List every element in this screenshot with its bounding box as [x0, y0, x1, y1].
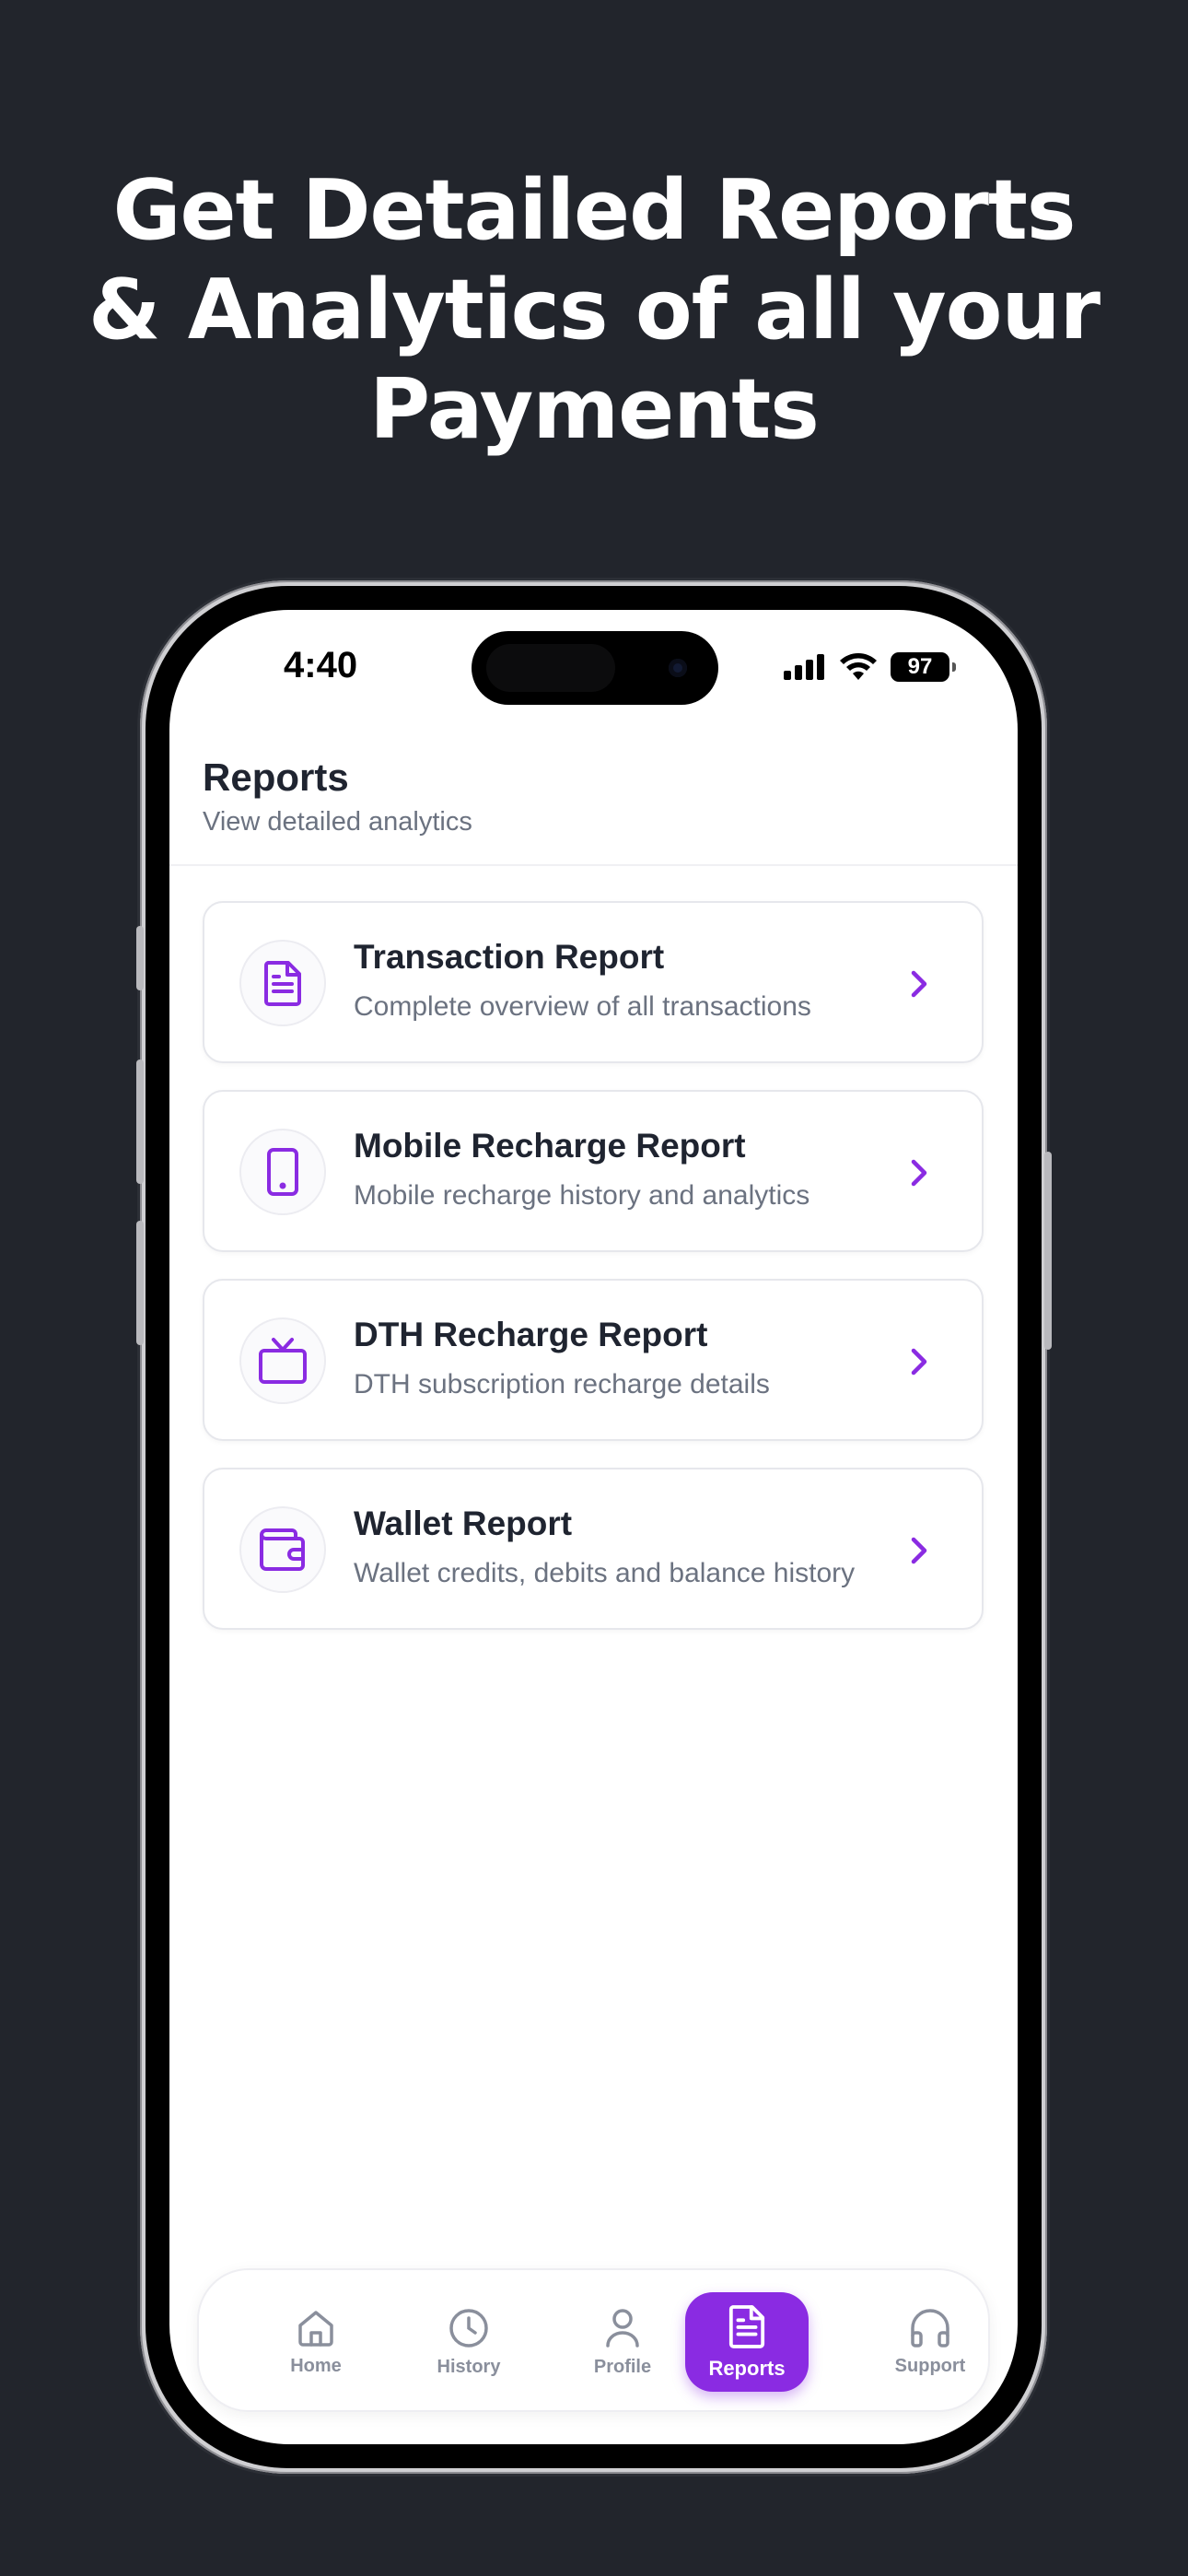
wallet-icon — [239, 1506, 326, 1593]
header-divider — [169, 864, 1018, 866]
report-description: Complete overview of all transactions — [354, 991, 811, 1022]
marketing-headline: Get Detailed Reports & Analytics of all … — [88, 162, 1101, 458]
nav-label: Support — [894, 2355, 966, 2376]
status-time: 4:40 — [284, 645, 358, 685]
user-icon — [606, 2308, 639, 2348]
nav-reports[interactable]: Reports — [685, 2292, 809, 2392]
power-button — [1044, 1152, 1052, 1350]
front-camera — [669, 659, 687, 677]
nav-home[interactable]: Home — [251, 2270, 380, 2414]
bottom-nav: Home History Profile Reports Support — [197, 2268, 990, 2412]
nav-label: Home — [290, 2355, 342, 2376]
nav-support[interactable]: Support — [866, 2270, 995, 2414]
report-description: Wallet credits, debits and balance histo… — [354, 1558, 856, 1588]
battery-icon: 97 — [891, 652, 956, 682]
report-title: Mobile Recharge Report — [354, 1127, 746, 1165]
document-icon — [239, 940, 326, 1026]
report-title: DTH Recharge Report — [354, 1316, 708, 1353]
headphones-icon — [911, 2308, 949, 2348]
nav-profile[interactable]: Profile — [558, 2270, 687, 2414]
tv-icon — [239, 1317, 326, 1404]
phone-screen: 4:40 97 Reports View detailed analytics — [169, 610, 1018, 2444]
nav-label: Reports — [708, 2357, 786, 2380]
smartphone-icon — [239, 1129, 326, 1215]
action-button — [136, 926, 144, 990]
home-icon — [298, 2310, 333, 2347]
signal-icon — [784, 654, 824, 680]
report-card-wallet[interactable]: Wallet Report Wallet credits, debits and… — [203, 1468, 984, 1630]
island-sensor — [486, 644, 615, 692]
nav-history[interactable]: History — [404, 2270, 533, 2414]
page-subtitle: View detailed analytics — [203, 807, 472, 837]
page-title: Reports — [203, 755, 349, 799]
nav-label: History — [437, 2356, 501, 2377]
chevron-right-icon — [911, 1348, 927, 1376]
chevron-right-icon — [911, 1159, 927, 1187]
report-title: Transaction Report — [354, 938, 665, 976]
dynamic-island — [472, 631, 718, 705]
report-card-dth-recharge[interactable]: DTH Recharge Report DTH subscription rec… — [203, 1279, 984, 1441]
report-title: Wallet Report — [354, 1505, 573, 1542]
document-icon — [728, 2305, 765, 2348]
wifi-icon — [840, 653, 877, 680]
report-description: Mobile recharge history and analytics — [354, 1180, 810, 1211]
chevron-right-icon — [911, 1537, 927, 1564]
report-card-transaction[interactable]: Transaction Report Complete overview of … — [203, 901, 984, 1063]
chevron-right-icon — [911, 970, 927, 998]
clock-icon — [449, 2308, 488, 2348]
nav-label: Profile — [593, 2356, 652, 2377]
status-icons: 97 — [784, 652, 956, 682]
report-description: DTH subscription recharge details — [354, 1369, 770, 1399]
volume-down-button — [136, 1221, 144, 1345]
report-card-mobile-recharge[interactable]: Mobile Recharge Report Mobile recharge h… — [203, 1090, 984, 1252]
volume-up-button — [136, 1060, 144, 1184]
